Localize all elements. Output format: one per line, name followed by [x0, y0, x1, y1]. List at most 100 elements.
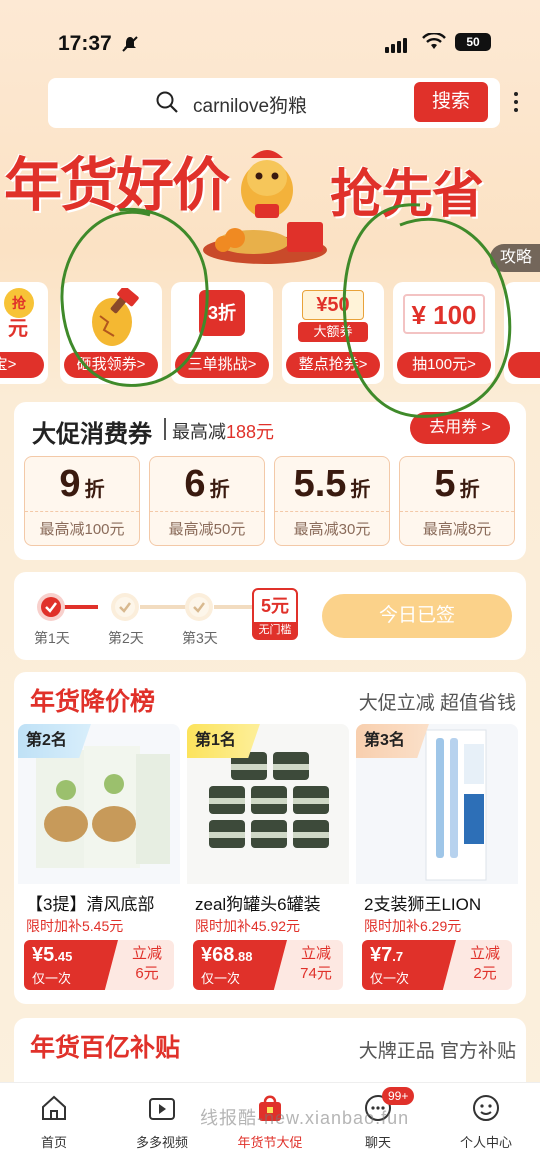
price-symbol: ¥	[201, 944, 213, 966]
tile-three-orders[interactable]: 3折 三单挑战>	[171, 282, 273, 384]
rank-badge: 第1名	[187, 724, 260, 758]
status-time: 17:37	[58, 32, 112, 55]
search-input[interactable]: carnilove狗粮	[193, 91, 307, 118]
search-button[interactable]: 搜索	[414, 82, 488, 122]
golden-egg-icon	[92, 288, 139, 346]
cut-value: 2元	[473, 965, 497, 982]
coupon-value: 9	[59, 463, 81, 505]
subsidy-title: 年货百亿补贴	[30, 1034, 181, 1062]
price-dec: .45	[54, 949, 73, 964]
tile-hourly-coupon-badge: ¥50	[302, 290, 364, 320]
promo-banner: 年货好价 抢先省	[0, 130, 540, 280]
page: 17:37 50 carnilove狗粮 搜索 年货好价 抢先省 攻略 抢 元 …	[0, 0, 540, 1174]
reward-value: 5元	[260, 596, 289, 616]
signin-card: 第1天 第2天 第3天 5元 无门槛 今日已签	[14, 572, 526, 660]
coupon-desc: 最高减50元	[150, 511, 264, 539]
coupon-unit: 折	[459, 479, 480, 501]
price-once: 仅一次	[201, 971, 241, 986]
tile-treasure-badge-unit: 元	[8, 318, 28, 340]
day-2-check-icon	[111, 593, 139, 621]
price-int: 7	[381, 944, 393, 966]
tile-treasure-label: 夺宝>	[0, 352, 44, 378]
product-name: 【3提】清风底部	[26, 895, 155, 914]
coupon-ticket[interactable]: 9折 最高减100元	[24, 456, 140, 546]
price-box: ¥5.45 仅一次 立减 6元	[24, 940, 174, 990]
day-3-check-icon	[185, 593, 213, 621]
product-card[interactable]: 第1名 zeal狗罐头6罐装 限时加补45.92元 ¥68.88 仅一次 立减 7…	[187, 724, 349, 996]
tile-surprise[interactable]: 惊喜	[504, 282, 540, 384]
price-dec: .88	[234, 949, 253, 964]
tile-treasure[interactable]: 抢 元 夺宝>	[0, 282, 48, 384]
cut-value: 74元	[300, 965, 332, 982]
rank-badge: 第2名	[18, 724, 91, 758]
price-int: 68	[212, 944, 235, 966]
tile-three-orders-badge: 3折	[199, 290, 245, 336]
tab-home[interactable]: 首页	[6, 1093, 102, 1151]
day-label: 第1天	[34, 630, 70, 646]
coupon-ticket[interactable]: 5折 最高减8元	[399, 456, 515, 546]
subsidy-subtitle: 大牌正品 官方补贴	[358, 1041, 516, 1062]
search-bar[interactable]: carnilove狗粮 搜索	[48, 78, 500, 128]
status-bar: 17:37 50	[0, 28, 540, 62]
tab-label: 年货节大促	[237, 1135, 303, 1150]
video-icon	[149, 1098, 175, 1120]
coupon-subtitle-value: 188元	[226, 422, 275, 442]
home-icon	[42, 1095, 66, 1120]
tab-label: 聊天	[364, 1135, 391, 1150]
price-symbol: ¥	[32, 944, 44, 966]
tab-video[interactable]: 多多视频	[114, 1093, 210, 1151]
more-options-icon[interactable]	[512, 92, 520, 116]
product-card[interactable]: 第2名 【3提】清风底部 限时加补5.45元 ¥5.45 仅一次 立减 6元	[18, 724, 180, 996]
price-drop-ranking: 年货降价榜 大促立减 超值省钱 第2名 【3提】清风底部 限时加补5.45元 ¥…	[14, 672, 526, 1004]
coupon-subtitle: 最高减188元	[172, 418, 274, 444]
cut-label: 立减	[131, 945, 162, 962]
signal-icon	[385, 35, 409, 53]
coupon-desc: 最高减100元	[25, 511, 139, 539]
battery-icon: 50	[455, 33, 491, 51]
product-name: 2支装狮王LION	[364, 895, 482, 914]
use-coupon-button[interactable]: 去用券 >	[410, 412, 510, 444]
tab-profile[interactable]: 个人中心	[438, 1093, 534, 1151]
product-name: zeal狗罐头6罐装	[195, 895, 321, 914]
rank-badge: 第3名	[356, 724, 429, 758]
cut-value: 6元	[135, 965, 159, 982]
banner-headline-right: 抢先省	[330, 166, 484, 224]
chat-badge: 99+	[382, 1087, 415, 1105]
reward-note: 无门槛	[254, 622, 296, 638]
tile-hourly-coupon-label: 整点抢券>	[286, 352, 380, 378]
tile-smash-egg[interactable]: 砸我领券>	[60, 282, 162, 384]
price-box: ¥68.88 仅一次 立减 74元	[193, 940, 343, 990]
signin-reward: 5元 无门槛	[252, 588, 298, 640]
day-1-checked-icon	[37, 593, 65, 621]
tile-draw-100-badge: ¥ 100	[403, 294, 485, 334]
signed-today-button[interactable]: 今日已签	[322, 594, 512, 638]
price-dec: .7	[392, 949, 404, 964]
tile-surprise-label: 惊喜	[508, 352, 540, 378]
guide-button[interactable]: 攻略	[490, 244, 540, 272]
day-label: 第3天	[182, 630, 218, 646]
product-card[interactable]: 第3名 2支装狮王LION 限时加补6.29元 ¥7.7 仅一次 立减 2元	[356, 724, 518, 996]
tile-hourly-coupon[interactable]: ¥50 大额券 整点抢券>	[282, 282, 384, 384]
cut-label: 立减	[300, 945, 331, 962]
coupon-value: 5	[434, 463, 456, 505]
price-symbol: ¥	[370, 944, 382, 966]
coupon-value: 5.5	[293, 463, 347, 505]
coupon-ticket[interactable]: 6折 最高减50元	[149, 456, 265, 546]
progress-line	[214, 605, 254, 609]
coupon-subtitle-prefix: 最高减	[172, 422, 226, 442]
coupon-unit: 折	[209, 479, 230, 501]
coupon-value: 6	[184, 463, 206, 505]
wifi-icon	[422, 33, 446, 49]
price-once: 仅一次	[32, 971, 72, 986]
tile-three-orders-label: 三单挑战>	[175, 352, 269, 378]
day-label: 第2天	[108, 630, 144, 646]
coupon-card: 大促消费券 最高减188元 去用券 > 9折 最高减100元 6折 最高减50元…	[14, 402, 526, 560]
price-box: ¥7.7 仅一次 立减 2元	[362, 940, 512, 990]
horse-mascot-icon	[203, 150, 327, 264]
ranking-title: 年货降价榜	[30, 688, 156, 716]
coupon-unit: 折	[350, 479, 371, 501]
coupon-ticket[interactable]: 5.5 折 最高减30元	[274, 456, 390, 546]
tile-smash-egg-label: 砸我领券>	[64, 352, 158, 378]
tile-draw-100[interactable]: ¥ 100 抽100元>	[393, 282, 495, 384]
product-subsidy: 限时加补6.29元	[364, 918, 462, 934]
